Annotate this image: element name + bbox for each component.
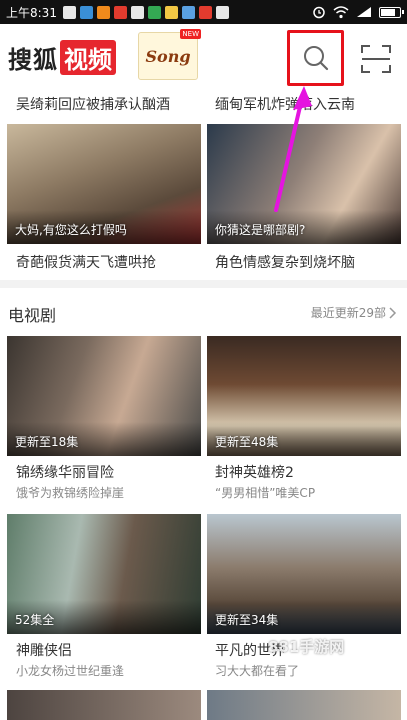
annotation-arrow <box>274 86 312 212</box>
